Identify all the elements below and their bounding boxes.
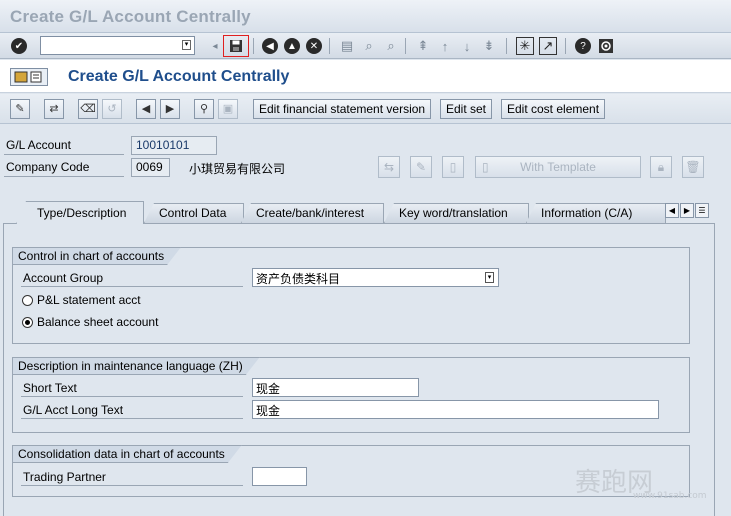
balance-sheet-label: Balance sheet account [37,315,159,329]
edit-cost-element-button[interactable]: Edit cost element [501,99,606,119]
enter-icon[interactable]: ✔ [11,38,27,54]
tab-information-ca[interactable]: Information (C/A) [526,203,666,223]
gl-account-label: G/L Account [6,138,71,152]
tabstrip: Type/Description Control Data Create/ban… [16,201,716,224]
pl-statement-label: P&L statement acct [37,293,141,307]
previous-icon[interactable]: ◀ [136,99,156,119]
separator [253,38,254,54]
company-code-field[interactable]: 0069 [131,158,170,177]
window-titlebar: Create G/L Account Centrally [0,0,731,33]
group-title: Control in chart of accounts [12,247,181,265]
account-group-field[interactable]: 资产负债类科目 ▾ [252,268,499,287]
system-toolbar: ✔ ▾ ◂ ◀ ▲ ✕ ▤ ⌕ ⌕ ⇞ ↑ ↓ ⇟ ✳ ↗ ? [0,33,731,59]
long-text-label: G/L Acct Long Text [23,403,124,417]
tab-key-word-translation[interactable]: Key word/translation [384,203,529,223]
customize-icon[interactable] [597,37,615,55]
exit-icon[interactable]: ▲ [284,38,300,54]
tab-control-data[interactable]: Control Data [144,203,244,223]
application-toolbar: ✎ ⇄ ⌫ ↺ ◀ ▶ ⚲ ▣ Edit financial statement… [0,94,731,124]
help-icon[interactable]: ? [575,38,591,54]
edit-set-button[interactable]: Edit set [440,99,493,119]
eraser-icon[interactable]: ⌫ [78,99,98,119]
save-icon[interactable] [227,37,245,55]
separator [405,38,406,54]
long-text-field[interactable]: 现金 [252,400,659,419]
command-field[interactable]: ▾ [40,36,195,55]
back-icon[interactable]: ◀ [262,38,278,54]
collapse-command-icon[interactable]: ◂ [206,37,224,55]
with-template-button: ▯ With Template [475,156,641,178]
edit-fs-version-button[interactable]: Edit financial statement version [253,99,432,119]
gl-account-field[interactable]: 10010101 [131,136,217,155]
short-text-field[interactable]: 现金 [252,378,419,397]
trading-partner-label: Trading Partner [23,470,106,484]
find-next-icon[interactable]: ⌕ [382,37,400,55]
shortcut-icon[interactable]: ↗ [539,37,557,55]
separator [329,38,330,54]
next-page-icon[interactable]: ↓ [458,37,476,55]
tab-type-description[interactable]: Type/Description [16,201,144,224]
find-icon[interactable]: ⌕ [360,37,378,55]
watermark-logo: 赛跑网 www.91sab.com [575,462,715,508]
window-title: Create G/L Account Centrally [10,7,251,26]
new-session-icon[interactable]: ✳ [516,37,534,55]
tab-scroll-right-icon[interactable]: ▶ [680,203,694,218]
group-description: Description in maintenance language (ZH)… [12,357,690,433]
cancel-icon[interactable]: ✕ [306,38,322,54]
group-title: Consolidation data in chart of accounts [12,445,242,463]
check-icon: ▣ [218,99,238,119]
print-icon[interactable]: ▤ [338,37,356,55]
command-history-dropdown-icon[interactable]: ▾ [182,40,191,50]
new-doc-icon: ▯ [442,156,464,178]
template-icon[interactable]: ⚲ [194,99,214,119]
next-icon[interactable]: ▶ [160,99,180,119]
company-name: 小琪贸易有限公司 [189,162,286,176]
pl-statement-radio[interactable] [22,295,33,306]
prev-page-icon[interactable]: ↑ [436,37,454,55]
pencil-icon: ✎ [410,156,432,178]
menu-icon[interactable] [10,68,48,86]
tab-list-icon[interactable]: ☰ [695,203,709,218]
template-doc-icon: ▯ [482,160,489,174]
trading-partner-field[interactable] [252,467,307,486]
group-control-chart-of-accounts: Control in chart of accounts Account Gro… [12,247,690,344]
delete-icon: 🗑︎ [682,156,704,178]
undo-icon: ↺ [102,99,122,119]
lock-icon: 🔒︎ [650,156,672,178]
last-page-icon[interactable]: ⇟ [480,37,498,55]
short-text-label: Short Text [23,381,77,395]
group-title: Description in maintenance language (ZH) [12,357,260,375]
screen-title-bar: Create G/L Account Centrally [0,60,731,93]
swap-icon: ⇆ [378,156,400,178]
account-group-value: 资产负债类科目 [256,272,341,286]
account-group-label: Account Group [23,271,104,285]
with-template-label: With Template [520,160,596,174]
screen-title: Create G/L Account Centrally [68,68,290,85]
company-code-label: Company Code [6,160,90,174]
tab-scroll-left-icon[interactable]: ◀ [665,203,679,218]
account-group-dropdown-icon[interactable]: ▾ [485,272,494,283]
watermark-url: www.91sab.com [633,491,707,501]
tab-create-bank-interest[interactable]: Create/bank/interest [241,203,384,223]
first-page-icon[interactable]: ⇞ [414,37,432,55]
separator [506,38,507,54]
display-change-icon[interactable]: ✎ [10,99,30,119]
balance-sheet-radio[interactable] [22,317,33,328]
separator [565,38,566,54]
other-account-icon[interactable]: ⇄ [44,99,64,119]
